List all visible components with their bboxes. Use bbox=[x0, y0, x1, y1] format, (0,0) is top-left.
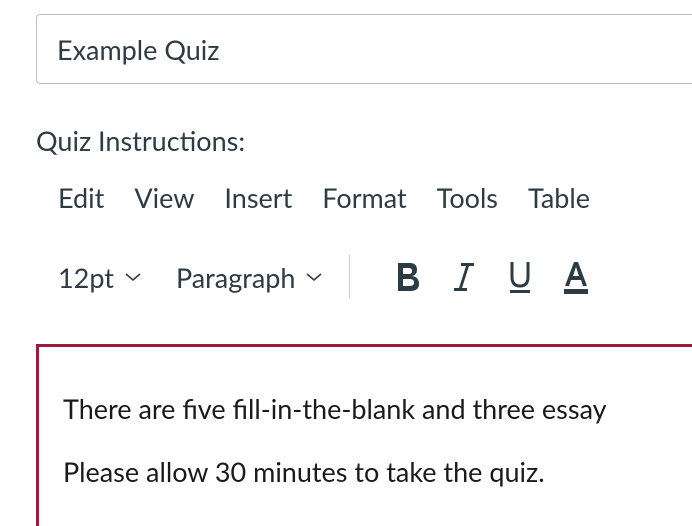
quiz-title-input[interactable] bbox=[36, 14, 692, 84]
editor-content-area[interactable]: There are five fill-in-the-blank and thr… bbox=[36, 344, 692, 526]
text-color-button[interactable] bbox=[548, 259, 604, 295]
instructions-label: Quiz Instructions: bbox=[36, 124, 692, 157]
block-format-dropdown[interactable]: Paragraph bbox=[176, 261, 324, 294]
editor-menu-bar: Edit View Insert Format Tools Table bbox=[36, 181, 692, 214]
menu-view[interactable]: View bbox=[134, 181, 194, 214]
editor-toolbar: 12pt Paragraph bbox=[36, 252, 692, 302]
italic-button[interactable] bbox=[436, 260, 492, 294]
font-size-dropdown[interactable]: 12pt bbox=[58, 261, 142, 294]
menu-table[interactable]: Table bbox=[528, 181, 590, 214]
chevron-down-icon bbox=[124, 271, 142, 283]
menu-edit[interactable]: Edit bbox=[58, 181, 104, 214]
block-format-value: Paragraph bbox=[176, 261, 296, 294]
font-size-value: 12pt bbox=[58, 261, 114, 294]
bold-icon bbox=[393, 260, 423, 294]
text-color-icon bbox=[560, 259, 592, 295]
underline-icon bbox=[505, 259, 535, 295]
content-line: There are five fill-in-the-blank and thr… bbox=[63, 389, 692, 430]
bold-button[interactable] bbox=[380, 260, 436, 294]
chevron-down-icon bbox=[305, 271, 323, 283]
menu-format[interactable]: Format bbox=[322, 181, 406, 214]
italic-icon bbox=[449, 260, 479, 294]
menu-tools[interactable]: Tools bbox=[437, 181, 498, 214]
toolbar-divider bbox=[349, 255, 350, 299]
menu-insert[interactable]: Insert bbox=[224, 181, 292, 214]
underline-button[interactable] bbox=[492, 259, 548, 295]
content-line: Please allow 30 minutes to take the quiz… bbox=[63, 452, 692, 493]
